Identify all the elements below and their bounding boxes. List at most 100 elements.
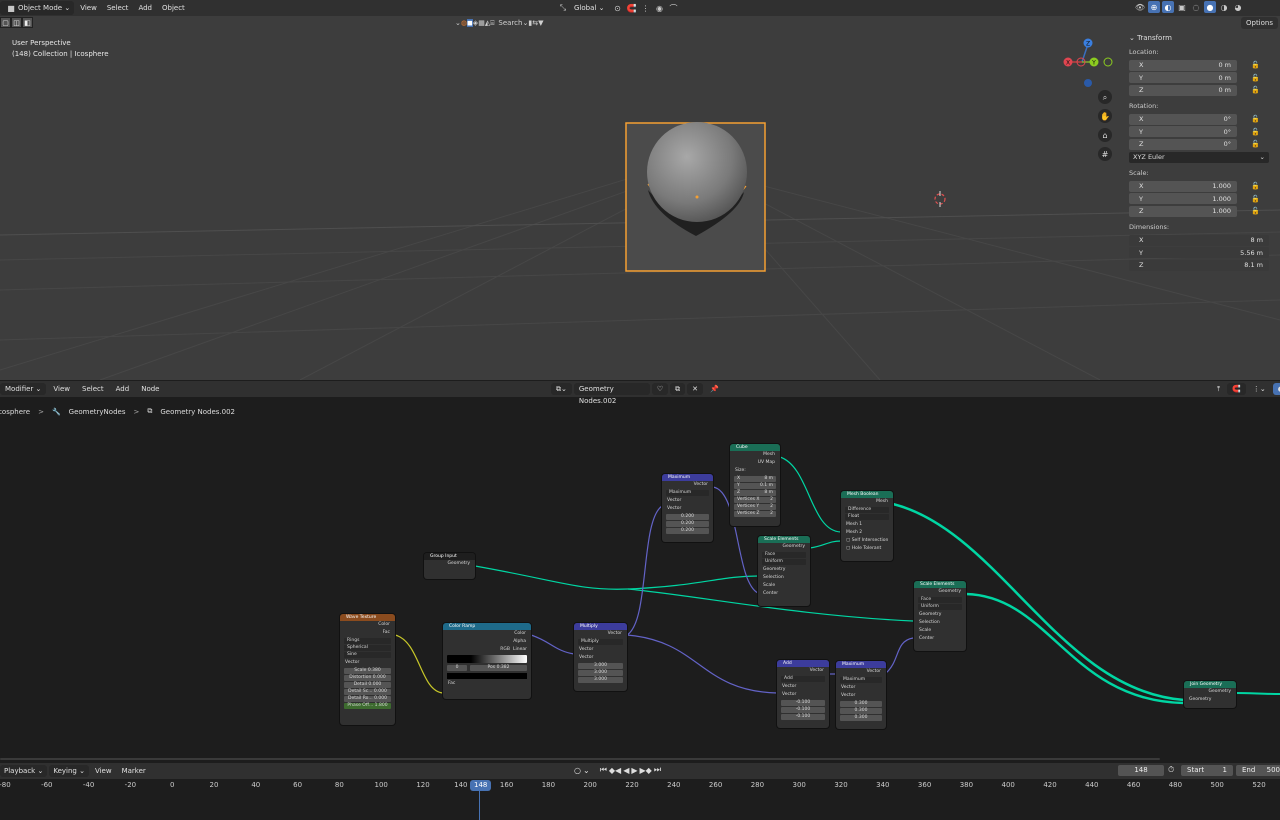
node-maximum[interactable]: Maximum Vector Maximum Vector Vector 0.2… <box>662 474 713 542</box>
checkbox-hole-tolerant[interactable]: ▢ Hole Tolerant <box>841 545 893 553</box>
node-dropdown[interactable]: Difference <box>845 507 889 513</box>
play-icon[interactable]: ▶ <box>631 766 637 775</box>
shading-rendered-icon[interactable]: ◕ <box>1232 1 1244 13</box>
visibility-icon[interactable]: 👁 <box>1134 1 1146 13</box>
shading-material-icon[interactable]: ◑ <box>1218 1 1230 13</box>
lock-icon[interactable]: 🔓 <box>1251 182 1261 190</box>
search-input[interactable]: Search <box>498 19 522 27</box>
lock-icon[interactable]: 🔓 <box>1251 74 1261 82</box>
menu-marker[interactable]: Marker <box>118 765 150 777</box>
node-wave-texture[interactable]: Wave Texture Color Fac Rings Spherical S… <box>340 614 395 725</box>
pivot-point-icon[interactable]: ⊙ <box>611 2 623 14</box>
gizmo-toggle-icon[interactable]: ⊕ <box>1148 1 1160 13</box>
playback-menu[interactable]: Playback ⌄ <box>0 765 48 777</box>
end-frame-field[interactable]: End 500 <box>1236 765 1280 776</box>
dimensions-z-field[interactable]: Z 8.1 m <box>1129 259 1269 271</box>
keying-menu[interactable]: Keying ⌄ <box>49 765 89 777</box>
scale-x-field[interactable]: X 1.000 <box>1129 180 1237 192</box>
node-color-ramp[interactable]: Color Ramp Color Alpha RGB Linear 0 Pos … <box>443 623 531 699</box>
node-field[interactable]: Distortion 0.000 <box>344 675 391 681</box>
jump-start-icon[interactable]: ⏮ <box>600 765 607 775</box>
node-field[interactable]: 0.300 <box>840 701 882 707</box>
node-field[interactable]: 0.300 <box>840 708 882 714</box>
node-dropdown[interactable]: Maximum <box>666 490 709 496</box>
lock-icon[interactable]: 🔓 <box>1251 86 1261 94</box>
jump-keyframe-forward-icon[interactable]: ▶◆ <box>640 766 652 775</box>
node-field[interactable]: 0.200 <box>666 521 709 527</box>
rotation-x-field[interactable]: X 0° <box>1129 113 1237 125</box>
rotation-mode-dropdown[interactable]: XYZ Euler ⌄ <box>1129 152 1269 163</box>
node-mesh-boolean[interactable]: Mesh Boolean Mesh Difference Float Mesh … <box>841 491 893 561</box>
ramp-stop-index[interactable]: 0 <box>447 665 467 671</box>
select-extend-icon[interactable]: ◫ <box>11 17 22 28</box>
node-scale-elements[interactable]: Scale Elements Geometry Face Uniform Geo… <box>914 581 966 651</box>
rotation-z-field[interactable]: Z 0° <box>1129 138 1237 150</box>
frame-ruler[interactable]: -80 -60 -40 -20 0 20 40 60 80 100 120 140 160 180 200 2… <box>0 781 1280 795</box>
node-dropdown[interactable]: Maximum <box>840 677 882 683</box>
node-field[interactable]: 0.300 <box>840 715 882 721</box>
node-field[interactable]: X8 m <box>734 476 776 482</box>
proportional-editing-icon[interactable]: ◉ <box>653 2 665 14</box>
node-field[interactable]: Scale 0.380 <box>344 668 391 674</box>
select-box-icon[interactable]: ▢ <box>0 17 11 28</box>
node-field[interactable]: -0.100 <box>781 707 825 713</box>
keying-set-icon[interactable]: ⌄ <box>583 766 590 775</box>
timeline-track-area[interactable] <box>0 795 1280 820</box>
snapping-icon[interactable]: 🧲 <box>625 2 637 14</box>
node-dropdown[interactable]: Rings <box>344 638 391 644</box>
icosphere[interactable] <box>647 122 747 222</box>
dimensions-x-field[interactable]: X8 m <box>1129 234 1269 246</box>
lock-icon[interactable]: 🔓 <box>1251 61 1261 69</box>
jump-keyframe-back-icon[interactable]: ◆◀ <box>609 766 621 775</box>
image-filter-icon[interactable]: ▦ <box>478 19 485 27</box>
node-field[interactable]: Detail Sc... 0.000 <box>344 689 391 695</box>
node-field[interactable]: Vertices Z2 <box>734 511 776 517</box>
node-scale-elements[interactable]: Scale Elements Geometry Face Uniform Geo… <box>758 536 810 606</box>
menu-object[interactable]: Object <box>158 1 189 15</box>
start-frame-field[interactable]: Start 1 <box>1181 765 1233 776</box>
playhead[interactable]: 148 <box>470 780 492 791</box>
filter-icon[interactable]: ▼ <box>538 19 543 27</box>
menu-view[interactable]: View <box>76 1 101 15</box>
node-field[interactable]: 0.200 <box>666 514 709 520</box>
node-field[interactable]: Detail 0.000 <box>344 682 391 688</box>
shading-wireframe-icon[interactable]: ◌ <box>1190 1 1202 13</box>
camera-filter-icon[interactable]: ⌸ <box>490 19 494 28</box>
current-frame-field[interactable]: 148 <box>1118 765 1164 776</box>
node-field[interactable]: -0.100 <box>781 700 825 706</box>
menu-select[interactable]: Select <box>103 1 133 15</box>
node-dropdown[interactable]: Add <box>781 676 825 682</box>
node-field[interactable]: 3.000 <box>578 663 623 669</box>
dimensions-y-field[interactable]: Y 5.56 m <box>1129 247 1269 258</box>
node-cube[interactable]: Cube Mesh UV Map Size: X8 m Y 0.1 m Z8 m … <box>730 444 780 526</box>
location-y-field[interactable]: Y0 m <box>1129 72 1237 83</box>
scale-y-field[interactable]: Y 1.000 <box>1129 193 1237 204</box>
node-dropdown[interactable]: Sine <box>344 652 391 658</box>
select-subtract-icon[interactable]: ◧ <box>22 17 33 28</box>
node-dropdown[interactable]: Spherical <box>344 645 391 651</box>
node-field[interactable]: Y 0.1 m <box>734 483 776 489</box>
scale-z-field[interactable]: Z 1.000 <box>1129 205 1237 217</box>
ramp-mode[interactable]: RGB <box>500 646 510 654</box>
timeline[interactable]: Playback ⌄ Keying ⌄ View Marker ○ ⌄ ⏮ ◆◀… <box>0 763 1280 820</box>
snap-target-icon[interactable]: ⋮ <box>639 2 651 14</box>
checkbox-self-intersection[interactable]: ▢ Self Intersection <box>841 537 893 545</box>
location-x-field[interactable]: X0 m <box>1129 59 1237 71</box>
lock-icon[interactable]: 🔓 <box>1251 195 1261 203</box>
xray-icon[interactable]: ▣ <box>1176 1 1188 13</box>
transform-section-header[interactable]: ⌄ Transform <box>1129 34 1275 42</box>
options-button[interactable]: Options <box>1240 17 1278 29</box>
menu-add[interactable]: Add <box>134 1 156 15</box>
falloff-icon[interactable]: ⌒ <box>667 2 679 14</box>
node-field[interactable]: Vertices X2 <box>734 497 776 503</box>
overlay-toggle-icon[interactable]: ◐ <box>1162 1 1174 13</box>
node-field[interactable]: Z8 m <box>734 490 776 496</box>
node-editor[interactable]: Modifier ⌄ View Select Add Node ⧉⌄ Geome… <box>0 381 1280 763</box>
ramp-stop-color[interactable] <box>447 673 527 679</box>
node-field[interactable]: 0.200 <box>666 528 709 534</box>
node-dropdown[interactable]: Uniform <box>918 604 962 610</box>
node-dropdown[interactable]: Face <box>762 552 806 558</box>
lock-icon[interactable]: 🔓 <box>1251 207 1261 215</box>
node-dropdown[interactable]: Face <box>918 597 962 603</box>
node-multiply[interactable]: Multiply Vector Multiply Vector Vector 3… <box>574 623 627 691</box>
